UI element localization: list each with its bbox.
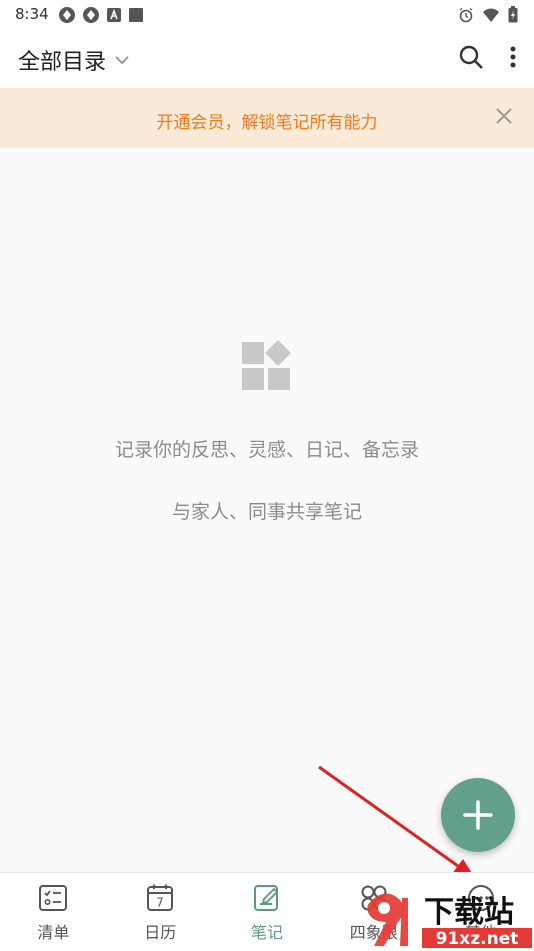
status-bar: 8:34 <box>0 0 534 30</box>
nav-item-calendar[interactable]: 7 日历 <box>107 873 214 951</box>
nav-item-notes[interactable]: 笔记 <box>214 873 321 951</box>
nav-label: 笔记 <box>250 923 283 942</box>
nav-item-checklist[interactable]: 清单 <box>0 873 107 951</box>
empty-state-subtext: 与家人、同事共享笔记 <box>171 501 362 523</box>
nav-label: 日历 <box>144 923 177 942</box>
watermark-text: 下载站 <box>424 895 514 930</box>
note-edit-icon <box>253 885 279 911</box>
font-notification-icon <box>107 8 121 22</box>
app-notification-icon <box>59 7 75 23</box>
alarm-icon <box>459 7 473 22</box>
directory-selector[interactable]: 全部目录 <box>18 44 130 76</box>
checklist-icon <box>39 885 68 911</box>
battery-icon <box>508 6 518 23</box>
header-actions <box>458 44 516 70</box>
plus-icon <box>463 800 493 830</box>
status-time: 8:34 <box>15 5 49 23</box>
status-left-icons <box>58 6 144 24</box>
empty-state-text: 记录你的反思、灵感、日记、备忘录 <box>114 439 419 461</box>
page-title: 全部目录 <box>18 50 107 75</box>
watermark-logo: 下载站 91xz.net <box>367 893 532 949</box>
promo-banner[interactable]: 开通会员，解锁笔记所有能力 <box>0 88 534 148</box>
app-notification-icon <box>83 7 99 23</box>
calendar-icon: 7 <box>147 884 174 911</box>
close-icon[interactable] <box>494 106 514 126</box>
promo-text: 开通会员，解锁笔记所有能力 <box>156 113 378 133</box>
watermark-url: 91xz.net <box>436 929 519 949</box>
more-vertical-icon[interactable] <box>510 46 516 68</box>
app-header: 全部目录 <box>0 30 534 88</box>
chevron-down-icon <box>115 56 129 65</box>
add-note-button[interactable] <box>441 778 515 852</box>
wifi-icon <box>483 8 499 22</box>
square-notification-icon <box>129 8 143 22</box>
status-right-icons <box>458 6 518 23</box>
calendar-day-number: 7 <box>156 896 164 910</box>
search-icon[interactable] <box>458 44 484 70</box>
nav-label: 清单 <box>37 923 70 942</box>
widgets-icon <box>242 340 291 390</box>
